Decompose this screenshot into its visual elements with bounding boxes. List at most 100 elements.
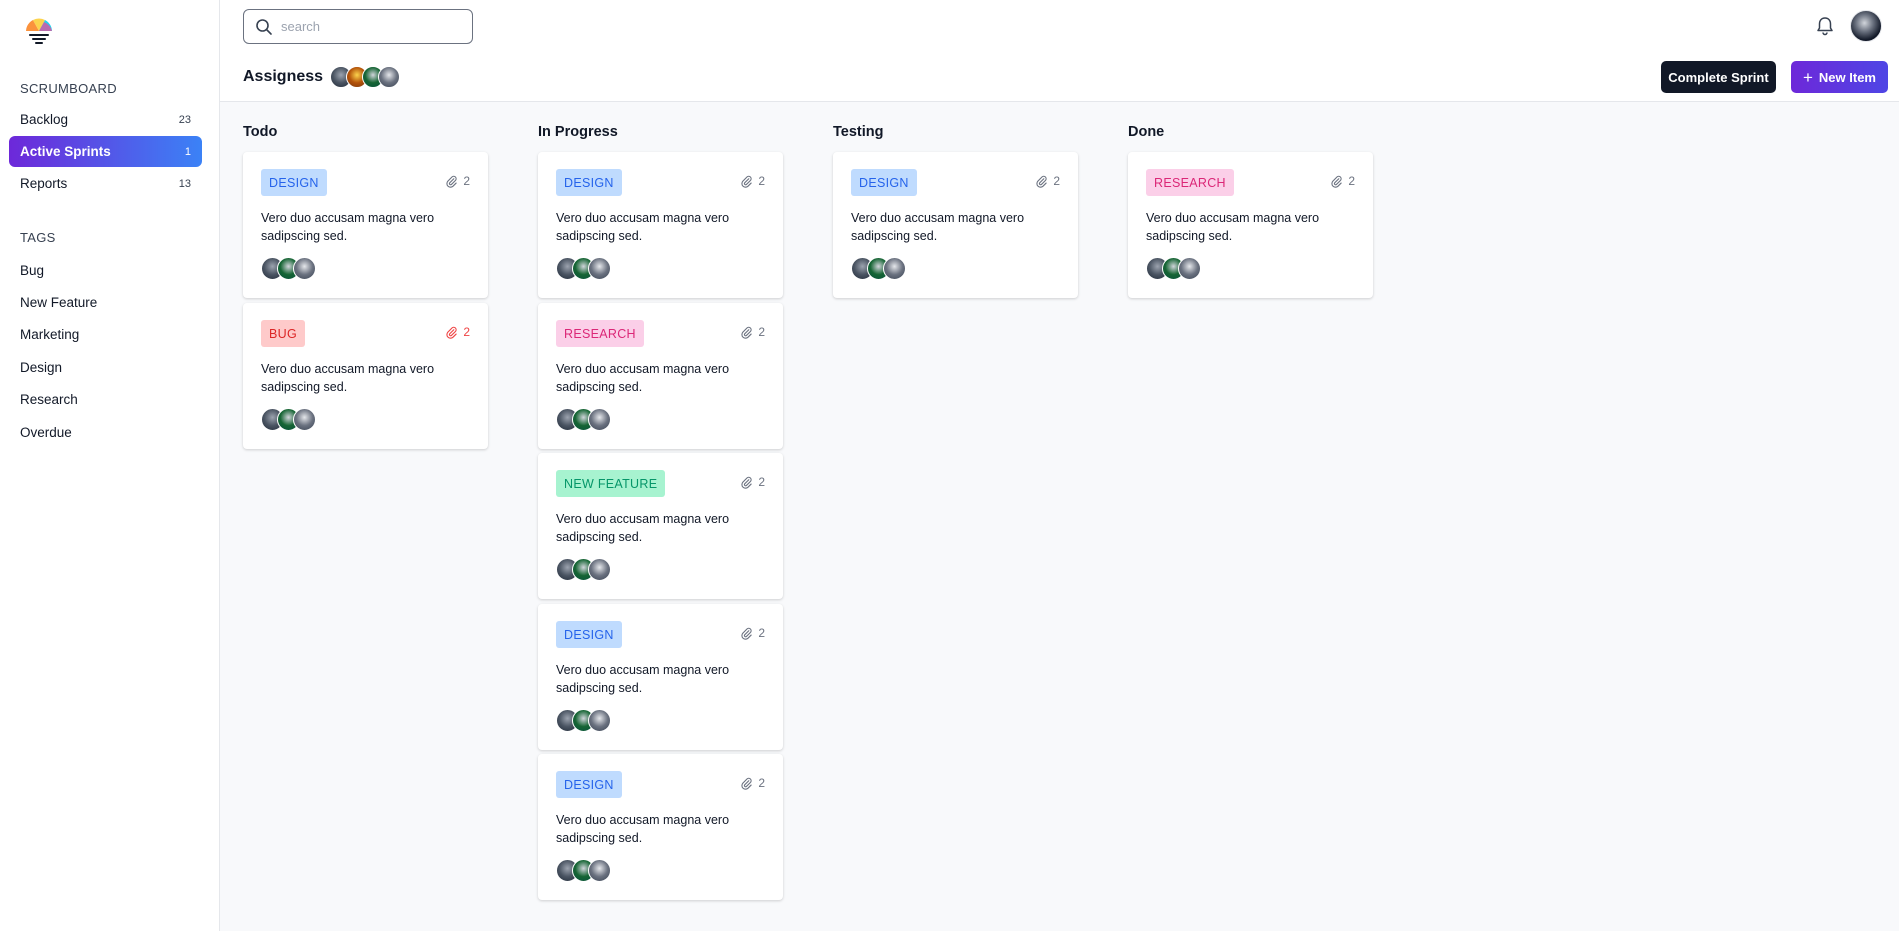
column-title: Todo [243,124,278,140]
card-tag[interactable]: DESIGN [261,169,327,196]
board-column: Done RESEARCH 2 Vero duo accusam magna vero… [1128,124,1373,298]
sidebar-item-count: 13 [178,177,191,190]
paperclip-icon [740,777,753,790]
paperclip-icon [1035,175,1048,188]
card-description: Vero duo accusam magna vero sadipscing s… [556,211,730,243]
search-input[interactable] [281,19,461,34]
avatar [1178,257,1201,280]
sidebar-item-label: Active Sprints [20,144,111,159]
card-description: Vero duo accusam magna vero sadipscing s… [556,512,730,544]
avatar[interactable] [378,66,400,88]
user-avatar[interactable] [1850,10,1882,42]
search-box[interactable] [243,9,473,44]
task-card[interactable]: DESIGN 2 Vero duo accusam magna vero sadip… [538,152,783,298]
tags-section-title: TAGS [20,230,56,245]
assignees-label: Assigness [243,68,324,85]
avatar [588,709,611,732]
task-card[interactable]: RESEARCH 2 Vero duo accusam magna vero sad… [1128,152,1373,298]
task-card[interactable]: DESIGN 2 Vero duo accusam magna vero sadip… [538,754,783,900]
card-assignees [1146,257,1201,280]
paperclip-icon [740,326,753,339]
paperclip-icon [740,175,753,188]
avatar [588,257,611,280]
attachment-count: 2 [758,325,765,339]
task-card[interactable]: RESEARCH 2 Vero duo accusam magna vero sad… [538,303,783,449]
card-tag[interactable]: DESIGN [556,621,622,648]
card-assignees [556,859,611,882]
tag-item-new-feature[interactable]: New Feature [20,295,97,310]
paperclip-icon [740,627,753,640]
board-column: Testing DESIGN 2 Vero duo accusam magna ver… [833,124,1078,298]
avatar [883,257,906,280]
sidebar-item-active-sprints[interactable]: Active Sprints 1 [9,136,202,167]
card-assignees [556,558,611,581]
scrumboard-section-title: SCRUMBOARD [20,81,117,96]
attachment-count: 2 [463,174,470,188]
board-column: Todo DESIGN 2 Vero duo accusam magna vero s… [243,124,488,449]
card-attachments[interactable]: 2 [740,776,765,790]
tag-item-design[interactable]: Design [20,360,62,375]
sidebar: SCRUMBOARD Backlog 23 Active Sprints 1 R… [0,0,220,931]
topbar: Assigness Complete Sprint + New Item [220,0,1899,102]
card-tag[interactable]: DESIGN [556,169,622,196]
card-tag[interactable]: BUG [261,320,305,347]
tag-item-marketing[interactable]: Marketing [20,327,79,342]
card-assignees [556,408,611,431]
avatar [293,408,316,431]
card-assignees [851,257,906,280]
card-tag[interactable]: NEW FEATURE [556,470,666,497]
card-description: Vero duo accusam magna vero sadipscing s… [556,813,730,845]
attachment-count: 2 [758,626,765,640]
card-attachments[interactable]: 2 [445,174,470,188]
card-attachments[interactable]: 2 [740,325,765,339]
tag-item-overdue[interactable]: Overdue [20,425,72,440]
card-description: Vero duo accusam magna vero sadipscing s… [556,362,730,394]
sidebar-item-reports[interactable]: Reports 13 [9,168,202,199]
card-tag[interactable]: DESIGN [556,771,622,798]
card-assignees [556,709,611,732]
new-item-label: New Item [1818,69,1876,85]
card-attachments[interactable]: 2 [740,626,765,640]
assignees-avatar-group[interactable] [330,66,400,88]
sidebar-item-backlog[interactable]: Backlog 23 [9,104,202,135]
attachment-count: 2 [1348,174,1355,188]
column-title: Done [1128,124,1165,140]
card-assignees [556,257,611,280]
avatar [293,257,316,280]
card-description: Vero duo accusam magna vero sadipscing s… [1146,211,1320,243]
avatar [588,558,611,581]
card-tag[interactable]: DESIGN [851,169,917,196]
sidebar-item-count: 23 [178,113,191,126]
task-card[interactable]: BUG 2 Vero duo accusam magna vero sadipsci… [243,303,488,449]
column-title: In Progress [538,124,618,140]
logo-icon[interactable] [20,12,58,50]
attachment-count: 2 [463,325,470,339]
attachment-count: 2 [758,776,765,790]
search-icon [256,18,272,35]
task-card[interactable]: DESIGN 2 Vero duo accusam magna vero sadip… [833,152,1078,298]
new-item-button[interactable]: + New Item [1791,61,1888,93]
tag-item-research[interactable]: Research [20,392,78,407]
task-card[interactable]: DESIGN 2 Vero duo accusam magna vero sadip… [243,152,488,298]
avatar [588,859,611,882]
tag-item-bug[interactable]: Bug [20,263,44,278]
task-card[interactable]: NEW FEATURE 2 Vero duo accusam magna vero … [538,453,783,599]
card-attachments[interactable]: 2 [445,325,470,339]
card-attachments[interactable]: 2 [1330,174,1355,188]
card-tag[interactable]: RESEARCH [556,320,644,347]
card-attachments[interactable]: 2 [1035,174,1060,188]
task-card[interactable]: DESIGN 2 Vero duo accusam magna vero sadip… [538,604,783,750]
card-description: Vero duo accusam magna vero sadipscing s… [556,663,730,695]
attachment-count: 2 [1053,174,1060,188]
attachment-count: 2 [758,475,765,489]
paperclip-icon [445,175,458,188]
bell-icon[interactable] [1814,15,1836,37]
column-title: Testing [833,124,884,140]
card-attachments[interactable]: 2 [740,475,765,489]
card-description: Vero duo accusam magna vero sadipscing s… [851,211,1025,243]
card-assignees [261,257,316,280]
attachment-count: 2 [758,174,765,188]
card-attachments[interactable]: 2 [740,174,765,188]
card-tag[interactable]: RESEARCH [1146,169,1234,196]
complete-sprint-button[interactable]: Complete Sprint [1661,61,1776,93]
